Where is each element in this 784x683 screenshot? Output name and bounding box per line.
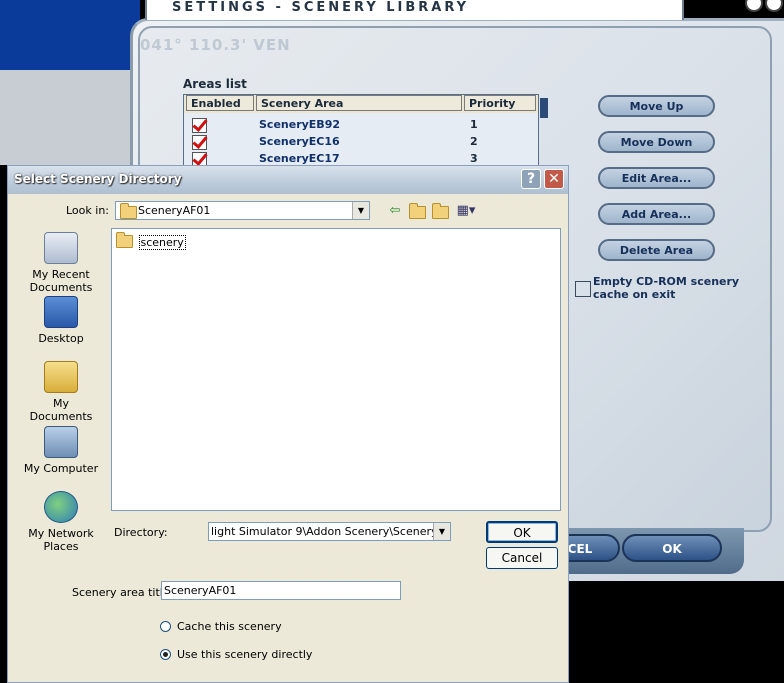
close-icon[interactable] xyxy=(765,0,783,12)
empty-cache-label: Empty CD-ROM scenery cache on exit xyxy=(593,275,740,301)
folder-icon xyxy=(120,203,137,219)
column-header-priority[interactable]: Priority xyxy=(464,95,536,111)
scenery-area-priority: 1 xyxy=(470,118,478,131)
column-header-scenery-area[interactable]: Scenery Area xyxy=(256,95,462,111)
network-places-icon xyxy=(44,491,78,523)
place-my-network-places[interactable]: My Network Places xyxy=(22,491,100,553)
use-directly-radio[interactable] xyxy=(160,649,171,660)
select-scenery-directory-dialog: Select Scenery Directory ? ✕ Look in: Sc… xyxy=(7,165,569,683)
place-my-recent-documents[interactable]: My Recent Documents xyxy=(22,232,100,294)
look-in-value: SceneryAF01 xyxy=(138,204,211,217)
scenery-area-name: SceneryEB92 xyxy=(259,118,340,131)
look-in-dropdown[interactable]: SceneryAF01 ▼ xyxy=(115,201,370,220)
back-arrow-icon[interactable]: ⇦ xyxy=(386,203,404,219)
table-row[interactable]: SceneryEC17 3 xyxy=(184,150,538,165)
scenery-area-priority: 3 xyxy=(470,152,478,165)
directory-label: Directory: xyxy=(114,526,168,539)
minimize-icon[interactable] xyxy=(745,0,763,12)
enabled-checkbox[interactable] xyxy=(192,135,207,150)
map-watermark: 041° 110.3' VEN xyxy=(140,36,291,54)
file-list[interactable]: scenery xyxy=(111,228,561,511)
place-my-computer[interactable]: My Computer xyxy=(22,426,100,475)
areas-list-scrollbar[interactable] xyxy=(540,98,548,118)
list-item[interactable]: scenery xyxy=(116,232,186,250)
help-icon[interactable]: ? xyxy=(521,169,541,189)
view-menu-icon[interactable]: ▦▾ xyxy=(455,203,477,219)
add-area-button[interactable]: Add Area... xyxy=(598,203,715,225)
folder-icon xyxy=(116,232,133,248)
look-in-label: Look in: xyxy=(66,204,109,217)
cancel-button[interactable]: Cancel xyxy=(486,547,558,569)
ok-button[interactable]: OK xyxy=(622,534,722,562)
ok-button[interactable]: OK xyxy=(486,521,558,543)
scenery-library-titlebar: SETTINGS - SCENERY LIBRARY xyxy=(145,0,684,20)
enabled-checkbox[interactable] xyxy=(192,118,207,133)
enabled-checkbox[interactable] xyxy=(192,152,207,165)
chevron-down-icon[interactable]: ▼ xyxy=(433,523,450,540)
new-folder-icon[interactable] xyxy=(431,203,449,219)
areas-list-table[interactable]: Enabled Scenery Area Priority SceneryEB9… xyxy=(183,94,539,166)
dialog-titlebar: Select Scenery Directory ? ✕ xyxy=(8,166,568,194)
place-my-documents[interactable]: My Documents xyxy=(22,361,100,423)
use-directly-label: Use this scenery directly xyxy=(177,648,313,661)
directory-dropdown[interactable]: light Simulator 9\Addon Scenery\SceneryA… xyxy=(208,522,451,541)
move-down-button[interactable]: Move Down xyxy=(598,131,715,153)
recent-documents-icon xyxy=(44,232,78,264)
background-window-edge xyxy=(0,70,140,165)
areas-list-label: Areas list xyxy=(183,77,247,91)
table-row[interactable]: SceneryEC16 2 xyxy=(184,133,538,150)
dialog-title: Select Scenery Directory xyxy=(14,172,182,186)
scenery-area-name: SceneryEC17 xyxy=(259,152,340,165)
directory-value: light Simulator 9\Addon Scenery\SceneryA… xyxy=(211,525,451,538)
delete-area-button[interactable]: Delete Area xyxy=(598,239,715,261)
folder-name: scenery xyxy=(138,235,186,250)
area-title-input[interactable]: SceneryAF01 xyxy=(161,581,401,600)
edit-area-button[interactable]: Edit Area... xyxy=(598,167,715,189)
scenery-area-name: SceneryEC16 xyxy=(259,135,340,148)
empty-cache-checkbox[interactable] xyxy=(575,281,591,297)
desktop-icon xyxy=(44,296,78,328)
scenery-library-title: SETTINGS - SCENERY LIBRARY xyxy=(172,0,470,15)
close-icon[interactable]: ✕ xyxy=(544,169,564,189)
move-up-button[interactable]: Move Up xyxy=(598,95,715,117)
my-documents-icon xyxy=(44,361,78,393)
scenery-area-priority: 2 xyxy=(470,135,478,148)
my-computer-icon xyxy=(44,426,78,458)
desktop-background xyxy=(0,0,140,70)
cache-scenery-label: Cache this scenery xyxy=(177,620,282,633)
chevron-down-icon[interactable]: ▼ xyxy=(352,202,369,219)
cache-scenery-radio[interactable] xyxy=(160,621,171,632)
area-title-label: Scenery area title: xyxy=(72,586,174,599)
table-row[interactable]: SceneryEB92 1 xyxy=(184,116,538,133)
areas-list-header: Enabled Scenery Area Priority xyxy=(184,95,538,113)
up-folder-icon[interactable] xyxy=(408,203,426,219)
column-header-enabled[interactable]: Enabled xyxy=(186,95,254,111)
place-desktop[interactable]: Desktop xyxy=(22,296,100,345)
